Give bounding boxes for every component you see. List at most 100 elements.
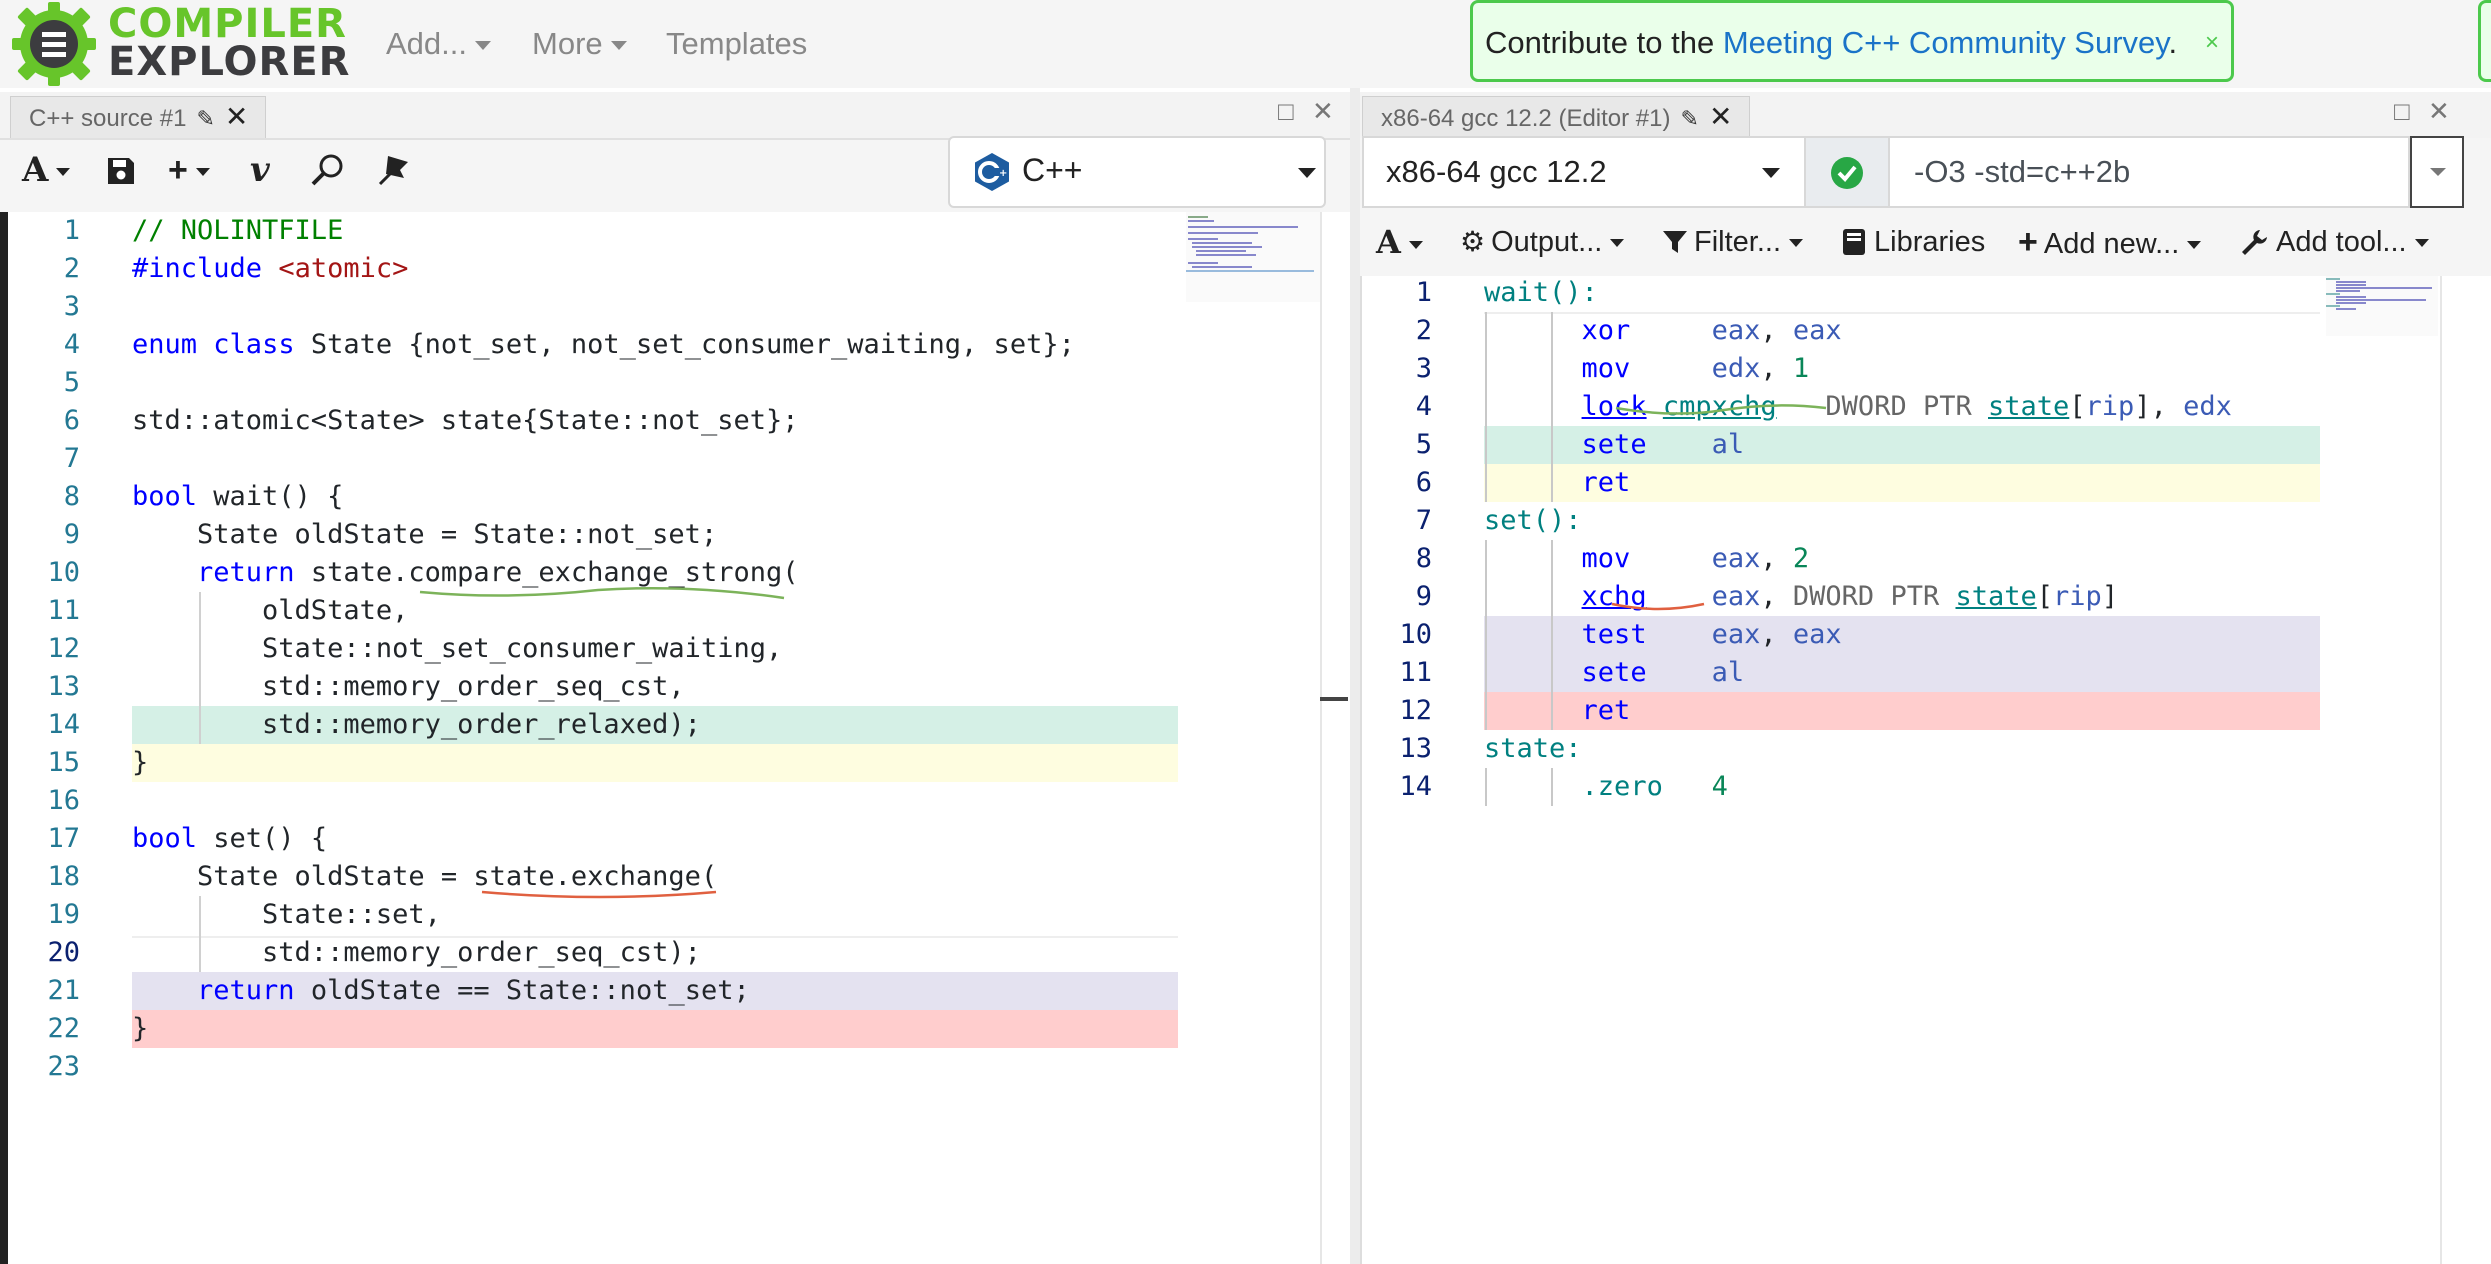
line-number: 3 — [63, 291, 80, 322]
code-line[interactable] — [132, 288, 1075, 326]
maximize-icon[interactable]: □ — [1278, 96, 1294, 127]
options-dropdown-button[interactable] — [2410, 136, 2464, 208]
asm-line[interactable]: mov edx, 1 — [1484, 350, 2232, 388]
language-select[interactable]: + C++ — [948, 136, 1326, 208]
code-line[interactable]: std::atomic<State> state{State::not_set}… — [132, 402, 1075, 440]
code-line[interactable]: State oldState = State::not_set; — [132, 516, 1075, 554]
line-number: 18 — [47, 861, 80, 892]
code-line[interactable]: return oldState == State::not_set; — [132, 972, 1075, 1010]
line-number: 9 — [1415, 581, 1432, 612]
maximize-icon[interactable]: □ — [2394, 96, 2410, 127]
asm-line[interactable]: sete al — [1484, 654, 2232, 692]
code-line[interactable] — [132, 1048, 1075, 1086]
line-number: 5 — [63, 367, 80, 398]
chevron-down-icon — [475, 41, 491, 51]
code-line[interactable]: std::memory_order_seq_cst, — [132, 668, 1075, 706]
font-size-button[interactable]: A — [1376, 222, 1423, 262]
close-pane-icon[interactable]: ✕ — [2428, 96, 2450, 127]
asm-line[interactable]: ret — [1484, 692, 2232, 730]
source-code[interactable]: // NOLINTFILE #include <atomic> enum clas… — [132, 212, 1075, 1086]
add-tool-menu[interactable]: Add tool... — [2240, 222, 2429, 262]
asm-scrollbar-track[interactable] — [2440, 276, 2442, 1264]
asm-line[interactable]: .zero 4 — [1484, 768, 2232, 806]
squiggle-red — [1611, 602, 1705, 611]
templates-link[interactable]: Templates — [666, 20, 807, 68]
line-number: 6 — [63, 405, 80, 436]
line-number: 4 — [1415, 391, 1432, 422]
tab-cpp-source[interactable]: C++ source #1 ✎ ✕ — [10, 96, 266, 138]
close-icon[interactable]: ✕ — [225, 101, 248, 132]
more-menu[interactable]: More — [532, 20, 627, 68]
filter-icon — [1663, 231, 1687, 253]
line-number: 1 — [63, 215, 80, 246]
pin-icon[interactable] — [376, 152, 412, 188]
pane-splitter[interactable] — [1350, 88, 1360, 1264]
code-line[interactable]: bool set() { — [132, 820, 1075, 858]
line-number: 7 — [1415, 505, 1432, 536]
line-number: 11 — [1399, 657, 1432, 688]
asm-line[interactable]: mov eax, 2 — [1484, 540, 2232, 578]
vim-icon[interactable]: v — [250, 150, 270, 190]
tab-compiler[interactable]: x86-64 gcc 12.2 (Editor #1) ✎ ✕ — [1362, 96, 1750, 138]
code-line[interactable]: #include <atomic> — [132, 250, 1075, 288]
source-minimap[interactable] — [1186, 212, 1320, 302]
asm-line[interactable]: xchg eax, DWORD PTR state[rip] — [1484, 578, 2232, 616]
code-line[interactable]: bool wait() { — [132, 478, 1075, 516]
font-size-button[interactable]: A — [22, 150, 71, 190]
tab-title: x86-64 gcc 12.2 (Editor #1) — [1381, 105, 1671, 132]
tab-title: C++ source #1 — [29, 105, 187, 132]
asm-line[interactable]: state: — [1484, 730, 2232, 768]
code-line[interactable] — [132, 440, 1075, 478]
line-number: 6 — [1415, 467, 1432, 498]
asm-line[interactable]: lock cmpxchg DWORD PTR state[rip], edx — [1484, 388, 2232, 426]
output-menu[interactable]: ⚙ Output... — [1460, 222, 1625, 262]
survey-link[interactable]: Meeting C++ Community Survey — [1723, 25, 2169, 60]
add-menu[interactable]: Add... — [386, 20, 491, 68]
asm-line[interactable]: set(): — [1484, 502, 2232, 540]
asm-line[interactable]: ret — [1484, 464, 2232, 502]
code-line[interactable]: } — [132, 744, 1075, 782]
libraries-button[interactable]: Libraries — [1842, 222, 1985, 262]
save-icon[interactable] — [106, 156, 136, 186]
asm-minimap[interactable] — [2326, 276, 2438, 336]
code-line[interactable]: } — [132, 1010, 1075, 1048]
code-line[interactable] — [132, 364, 1075, 402]
pencil-icon[interactable]: ✎ — [1681, 106, 1699, 131]
code-line[interactable] — [132, 782, 1075, 820]
logo-line-2: EXPLORER — [108, 39, 351, 85]
squiggle-green — [1615, 404, 1827, 415]
close-icon[interactable]: ✕ — [1709, 101, 1732, 132]
close-pane-icon[interactable]: ✕ — [1312, 96, 1334, 127]
asm-line[interactable]: test eax, eax — [1484, 616, 2232, 654]
compiler-options-input[interactable]: -O3 -std=c++2b — [1888, 136, 2410, 208]
compile-status[interactable] — [1806, 136, 1888, 208]
asm-line[interactable]: xor eax, eax — [1484, 312, 2232, 350]
filter-menu[interactable]: Filter... — [1662, 222, 1804, 262]
code-line[interactable]: State::not_set_consumer_waiting, — [132, 630, 1075, 668]
line-number: 13 — [47, 671, 80, 702]
gear-logo-icon — [12, 2, 96, 86]
code-line[interactable]: enum class State {not_set, not_set_consu… — [132, 326, 1075, 364]
line-number: 9 — [63, 519, 80, 550]
compiler-explorer-logo[interactable]: COMPILER EXPLORER — [8, 0, 349, 88]
code-line[interactable]: // NOLINTFILE — [132, 212, 1075, 250]
chevron-down-icon — [1408, 240, 1423, 249]
search-icon[interactable] — [310, 152, 346, 188]
compiler-select[interactable]: x86-64 gcc 12.2 — [1362, 136, 1806, 208]
code-line[interactable]: std::memory_order_seq_cst); — [132, 934, 1075, 972]
line-number: 3 — [1415, 353, 1432, 384]
asm-code[interactable]: wait(): xor eax, eax mov edx, 1 lock cmp… — [1484, 274, 2232, 806]
line-number: 14 — [47, 709, 80, 740]
chevron-down-icon — [1789, 239, 1804, 248]
filter-label: Filter... — [1694, 226, 1782, 258]
add-icon[interactable]: + — [168, 150, 210, 190]
add-new-menu[interactable]: + Add new... — [2018, 222, 2202, 262]
source-scrollbar-track[interactable] — [1320, 212, 1322, 1264]
asm-line[interactable]: sete al — [1484, 426, 2232, 464]
pencil-icon[interactable]: ✎ — [196, 106, 214, 131]
line-number: 4 — [63, 329, 80, 360]
wrench-icon — [2242, 230, 2267, 255]
asm-line[interactable]: wait(): — [1484, 274, 2232, 312]
code-line[interactable]: std::memory_order_relaxed); — [132, 706, 1075, 744]
close-survey-button[interactable]: × — [2205, 3, 2219, 83]
